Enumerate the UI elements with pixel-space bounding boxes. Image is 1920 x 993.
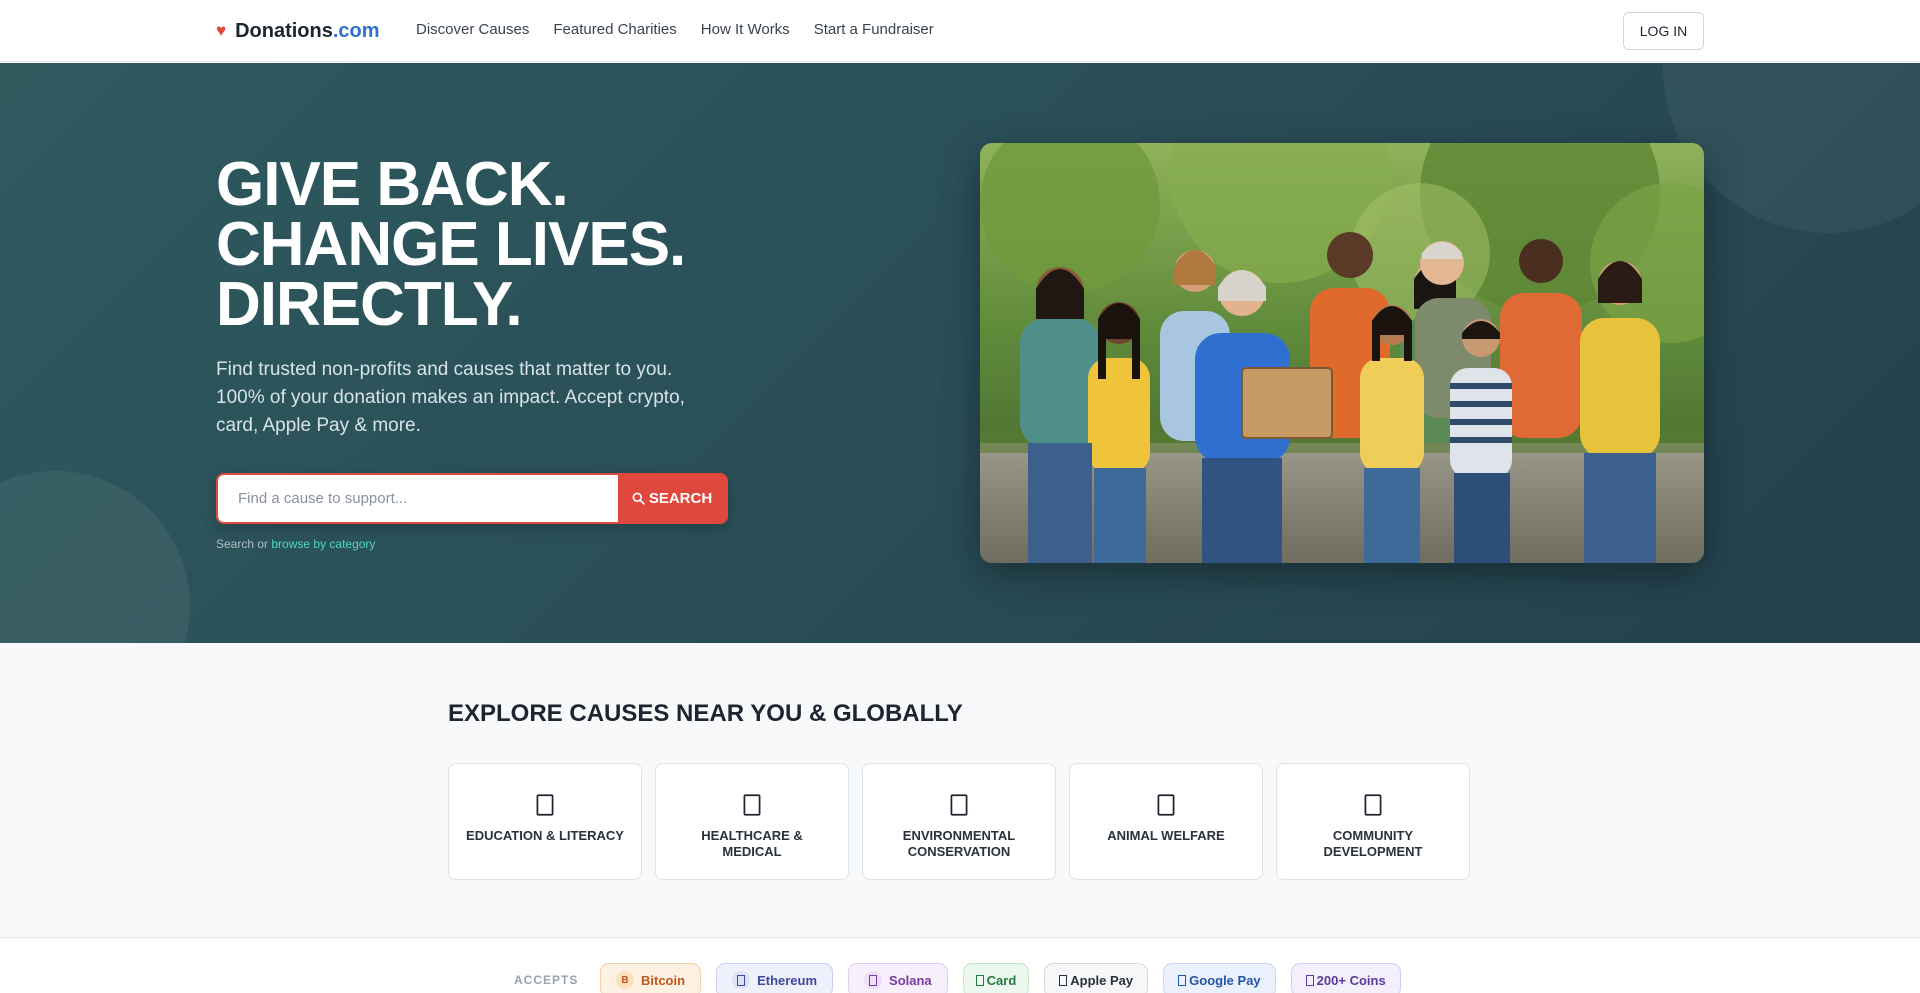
nav-link-start-fundraiser[interactable]: Start a Fundraiser [814,21,934,38]
browse-by-category-link[interactable]: browse by category [271,537,375,551]
payment-chip-google-pay: Google Pay [1163,963,1276,993]
payment-chip-label: Card [986,972,1017,988]
main-nav: Discover Causes Featured Charities How I… [416,21,958,38]
heart-icon: ♥ [216,21,227,40]
category-card-environment[interactable]: ENVIRONMENTAL CONSERVATION [862,763,1056,880]
payment-chip-ethereum: Ethereum [716,963,834,993]
payment-chip-card: Card [962,963,1030,993]
hint-prefix: Search or [216,537,269,551]
logo-name: Donations [235,19,333,42]
payment-chip-label: Solana [889,972,932,988]
payment-chip-label: Ethereum [757,972,818,988]
card-icon [975,974,984,986]
nav-link-how-it-works[interactable]: How It Works [701,21,790,38]
medical-icon [743,794,761,816]
payment-chip-label: Google Pay [1189,972,1261,988]
hero-section: GIVE BACK. CHANGE LIVES. DIRECTLY. Find … [0,63,1920,643]
category-card-community[interactable]: COMMUNITY DEVELOPMENT [1276,763,1470,880]
nav-link-featured-charities[interactable]: Featured Charities [553,21,676,38]
search-button[interactable]: SEARCH [618,475,726,522]
explore-section-title: EXPLORE CAUSES NEAR YOU & GLOBALLY [448,700,963,727]
category-label: ANIMAL WELFARE [1107,828,1225,843]
payment-chip-200-coins: 200+ Coins [1290,963,1401,993]
solana-icon [864,971,883,989]
search-input[interactable] [218,475,618,522]
category-cards: EDUCATION & LITERACY HEALTHCARE & MEDICA… [448,763,1470,880]
bitcoin-icon: B [616,971,634,989]
leaf-icon [950,794,968,816]
payment-chip-apple-pay: Apple Pay [1044,963,1149,993]
nav-link-discover-causes[interactable]: Discover Causes [416,21,529,38]
paw-icon [1157,794,1175,816]
search-button-label: SEARCH [648,490,713,507]
ethereum-icon [732,971,751,989]
category-card-education[interactable]: EDUCATION & LITERACY [448,763,642,880]
decorative-circle [0,471,190,643]
accepts-label: ACCEPTS [514,973,579,987]
coins-icon [1305,974,1314,986]
payment-chip-label: Bitcoin [641,972,686,988]
headline-line: DIRECTLY. [216,270,523,339]
category-card-healthcare[interactable]: HEALTHCARE & MEDICAL [655,763,849,880]
people-icon [1364,794,1382,816]
google-icon [1178,974,1187,986]
headline-line: GIVE BACK. [216,150,569,219]
search-icon [632,492,645,505]
book-icon [536,794,554,816]
site-logo[interactable]: ♥ Donations .com [216,19,380,43]
logo-tld: .com [332,19,380,42]
category-label: ENVIRONMENTAL CONSERVATION [902,828,1016,859]
payment-chips: B Bitcoin Ethereum Solana Card Apple Pay… [600,963,1401,993]
headline-line: CHANGE LIVES. [216,210,686,279]
category-label: EDUCATION & LITERACY [466,828,624,843]
login-button[interactable]: LOG IN [1623,12,1704,50]
search-hint: Search or browse by category [216,537,375,551]
category-label: HEALTHCARE & MEDICAL [701,828,803,859]
payment-chip-label: Apple Pay [1070,972,1134,988]
top-nav: ♥ Donations .com Discover Causes Featured… [0,0,1920,62]
payment-methods-bar: ACCEPTS B Bitcoin Ethereum Solana Card A… [0,937,1920,993]
hero-headline: GIVE BACK. CHANGE LIVES. DIRECTLY. [216,150,776,339]
payment-chip-bitcoin: B Bitcoin [600,963,702,993]
category-card-animal-welfare[interactable]: ANIMAL WELFARE [1069,763,1263,880]
cause-search-bar: SEARCH [216,473,728,524]
category-label: COMMUNITY DEVELOPMENT [1323,828,1423,859]
volunteers-photo [980,143,1704,563]
apple-icon [1059,974,1068,986]
payment-chip-solana: Solana [848,963,948,993]
hero-subtitle: Find trusted non-profits and causes that… [216,359,685,436]
payment-chip-label: 200+ Coins [1316,972,1386,988]
volunteers-illustration [980,143,1704,563]
